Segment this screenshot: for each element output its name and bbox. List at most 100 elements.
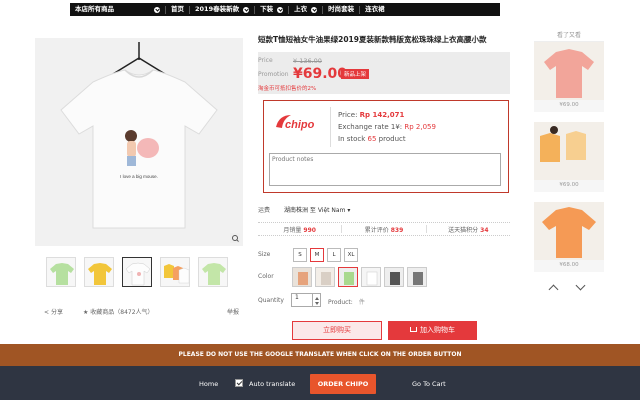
chipo-rate-label: Exchange rate 1¥:	[338, 123, 405, 131]
top-navigation: 本店所有商品 首页 2019春装新款 下装 上衣 时尚套装 连衣裙	[0, 0, 640, 18]
stat-label: 累计评价	[364, 226, 389, 234]
tshirt-image: I love a big mouse.	[35, 38, 243, 246]
share-link[interactable]: < 分享	[44, 307, 73, 316]
thumbnail-white[interactable]	[122, 257, 152, 287]
swatch-image	[293, 268, 311, 286]
recommended-item-image	[534, 42, 604, 100]
recommended-item-image	[534, 202, 604, 260]
recommended-price: ¥68.00	[559, 262, 579, 268]
thumbnail-strip	[46, 257, 228, 287]
product-unit: Product: 件	[328, 297, 365, 306]
go-to-cart-link[interactable]: Go To Cart	[412, 380, 446, 388]
zoom-icon[interactable]	[230, 233, 240, 243]
product-unit-label: Product:	[328, 299, 353, 306]
shipping-destination[interactable]: 湖南株洲 至 Việt Nam ▾	[284, 207, 350, 214]
home-link[interactable]: Home	[199, 380, 218, 388]
price-box: Price ¥ 136.00 Promotion ¥69.00 新品上架 淘金币…	[258, 52, 510, 94]
nav-all-products[interactable]: 本店所有商品	[70, 3, 165, 16]
color-swatch[interactable]	[361, 267, 381, 287]
nav-home-label: 首页	[171, 5, 184, 13]
chipo-divider	[330, 107, 331, 147]
tshirt-thumb-image	[164, 264, 189, 284]
auto-translate-label: Auto translate	[249, 380, 296, 388]
nav-dresses[interactable]: 连衣裙	[360, 3, 390, 16]
shirt-print-text: I love a big mouse.	[120, 174, 158, 179]
promotion-label: Promotion	[258, 71, 289, 78]
product-notes-field[interactable]	[269, 153, 501, 186]
chipo-price-label: Price:	[338, 111, 360, 119]
size-options: S M L XL	[293, 248, 358, 262]
report-link[interactable]: 举报	[227, 307, 239, 316]
nav-spring-new[interactable]: 2019春装新款	[190, 3, 254, 16]
chevron-down-icon	[243, 6, 250, 13]
thumbnail-green[interactable]	[46, 257, 76, 287]
chevron-down-icon[interactable]	[575, 280, 586, 291]
main-product-image[interactable]: I love a big mouse.	[35, 38, 243, 246]
color-swatch[interactable]	[292, 267, 312, 287]
nav-tops-label: 上衣	[294, 5, 308, 13]
size-option-m[interactable]: M	[310, 248, 324, 262]
color-swatch[interactable]	[384, 267, 404, 287]
recommended-price: ¥69.00	[559, 182, 579, 188]
color-options	[292, 267, 427, 287]
swatch-image	[339, 268, 357, 286]
thumbnail-multi[interactable]	[160, 257, 190, 287]
sidebar-title: 看了又看	[534, 30, 604, 42]
sales-stats: 月销量 990 累计评价 839 送天猫积分 34	[258, 222, 510, 236]
swatch-image	[385, 268, 403, 286]
chevron-down-icon	[154, 6, 160, 13]
chevron-up-icon[interactable]	[548, 284, 559, 295]
stat-value: 34	[480, 226, 489, 234]
chipo-bottom-bar: Home Auto translate ORDER CHIPO Go To Ca…	[0, 366, 640, 400]
promotion-price: ¥69.00	[293, 66, 348, 82]
tshirt-thumb-image	[88, 263, 112, 285]
recommended-price: ¥69.00	[559, 102, 579, 108]
promotion-note: 淘金币可抵扣售价的2%	[258, 86, 317, 92]
color-label: Color	[258, 273, 274, 280]
color-swatch[interactable]	[407, 267, 427, 287]
chevron-down-icon	[277, 6, 284, 13]
nav-sets[interactable]: 时尚套装	[323, 3, 359, 16]
favorite-label: 收藏商品（8472人气）	[90, 309, 154, 316]
chipo-stock-label: In stock	[338, 135, 368, 143]
order-chipo-button[interactable]: ORDER CHIPO	[310, 374, 376, 394]
shop-nav-bar: 本店所有商品 首页 2019春装新款 下装 上衣 时尚套装 连衣裙	[70, 3, 500, 16]
color-swatch-selected[interactable]	[338, 267, 358, 287]
auto-translate-checkbox[interactable]	[235, 379, 243, 387]
chipo-logo-text: chipo	[285, 119, 315, 131]
price-label: Price	[258, 57, 273, 64]
nav-all-products-label: 本店所有商品	[75, 5, 114, 13]
chevron-down-icon	[311, 6, 318, 13]
chevron-up-icon[interactable]	[315, 297, 319, 300]
recommended-item-image	[534, 122, 604, 180]
nav-home[interactable]: 首页	[166, 3, 189, 16]
swatch-image	[362, 268, 380, 286]
chipo-logo: chipo	[276, 115, 315, 131]
stat-value: 839	[390, 226, 404, 234]
quantity-stepper[interactable]	[313, 293, 321, 307]
thumbnail-yellow[interactable]	[84, 257, 114, 287]
quantity-input[interactable]: 1	[291, 293, 313, 307]
original-price: ¥ 136.00	[293, 57, 322, 65]
chipo-stock: In stock 65 product	[338, 135, 406, 143]
color-swatch[interactable]	[315, 267, 335, 287]
swatch-image	[316, 268, 334, 286]
buy-now-button[interactable]: 立即购买	[292, 321, 382, 340]
tshirt-thumb-image	[50, 263, 74, 285]
add-to-cart-button[interactable]: 加入购物车	[388, 321, 477, 340]
stat-points: 送天猫积分 34	[427, 225, 510, 234]
nav-bottoms[interactable]: 下装	[255, 3, 288, 16]
nav-tops[interactable]: 上衣	[289, 3, 322, 16]
thumbnail-green-alt[interactable]	[198, 257, 228, 287]
share-label: 分享	[50, 309, 63, 316]
stat-reviews[interactable]: 累计评价 839	[342, 225, 425, 234]
size-option-s[interactable]: S	[293, 248, 307, 262]
stat-label: 送天猫积分	[448, 226, 479, 234]
size-option-xl[interactable]: XL	[344, 248, 358, 262]
favorite-link[interactable]: ★ 收藏商品（8472人气）	[83, 307, 164, 316]
chipo-exchange-rate: Exchange rate 1¥: Rp 2,059	[338, 123, 436, 131]
chevron-down-icon[interactable]	[315, 302, 319, 305]
stat-monthly-sales: 月销量 990	[258, 225, 341, 234]
chipo-stock-suffix: product	[376, 135, 406, 143]
size-option-l[interactable]: L	[327, 248, 341, 262]
